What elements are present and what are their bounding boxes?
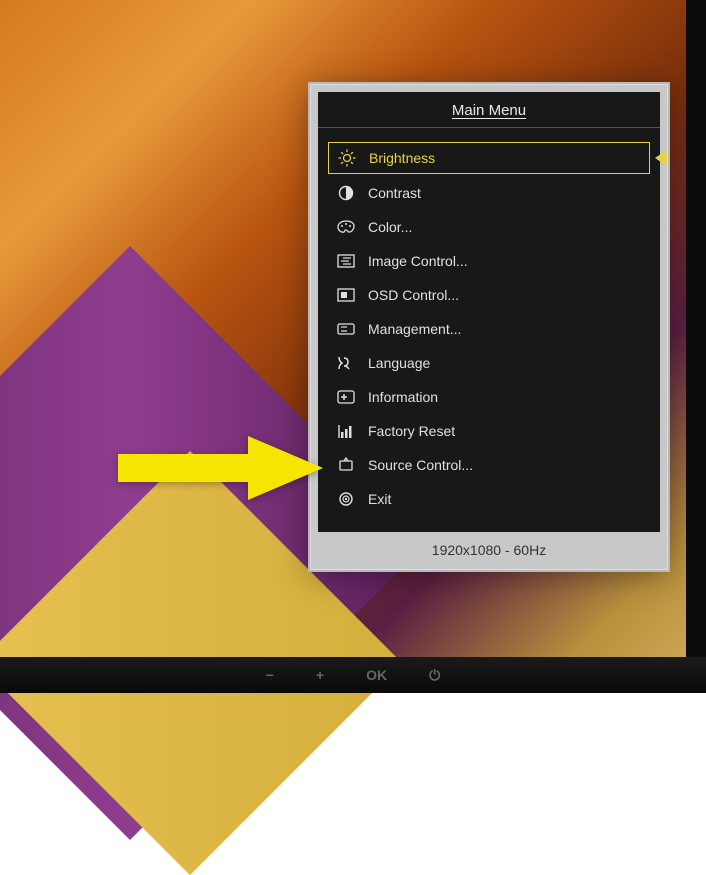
menu-item-label: Image Control... bbox=[368, 253, 468, 269]
monitor-bezel-bottom: − + OK ⏻ bbox=[0, 657, 706, 693]
source-control-icon bbox=[336, 456, 356, 474]
menu-item-label: Contrast bbox=[368, 185, 421, 201]
osd-control-icon bbox=[336, 286, 356, 304]
selection-arrow-icon bbox=[655, 150, 667, 166]
brightness-icon bbox=[337, 149, 357, 167]
menu-item-exit[interactable]: Exit bbox=[328, 484, 650, 514]
menu-item-osd-control[interactable]: OSD Control... bbox=[328, 280, 650, 310]
palette-icon bbox=[336, 218, 356, 236]
menu-item-label: Factory Reset bbox=[368, 423, 455, 439]
menu-item-contrast[interactable]: Contrast bbox=[328, 178, 650, 208]
exit-icon bbox=[336, 490, 356, 508]
language-icon bbox=[336, 354, 356, 372]
management-icon bbox=[336, 320, 356, 338]
menu-item-label: Brightness bbox=[369, 150, 435, 166]
osd-main-menu: Main Menu Brightness Contrast Color... bbox=[308, 82, 670, 572]
osd-menu-list: Brightness Contrast Color... Image Contr… bbox=[318, 128, 660, 532]
menu-item-label: Language bbox=[368, 355, 430, 371]
bezel-button-ok[interactable]: OK bbox=[366, 667, 387, 683]
menu-item-information[interactable]: Information bbox=[328, 382, 650, 412]
menu-item-label: Management... bbox=[368, 321, 461, 337]
monitor-bezel-right bbox=[686, 0, 706, 693]
bezel-button-power[interactable]: ⏻ bbox=[429, 667, 440, 684]
contrast-icon bbox=[336, 184, 356, 202]
menu-item-color[interactable]: Color... bbox=[328, 212, 650, 242]
menu-item-brightness[interactable]: Brightness bbox=[328, 142, 650, 174]
bezel-button-plus[interactable]: + bbox=[316, 667, 324, 683]
menu-item-factory-reset[interactable]: Factory Reset bbox=[328, 416, 650, 446]
osd-resolution-status: 1920x1080 - 60Hz bbox=[310, 532, 668, 570]
bezel-button-minus[interactable]: − bbox=[266, 667, 274, 683]
factory-reset-icon bbox=[336, 422, 356, 440]
menu-item-label: Color... bbox=[368, 219, 412, 235]
information-icon bbox=[336, 388, 356, 406]
menu-item-image-control[interactable]: Image Control... bbox=[328, 246, 650, 276]
menu-item-language[interactable]: Language bbox=[328, 348, 650, 378]
menu-item-label: Source Control... bbox=[368, 457, 473, 473]
menu-item-management[interactable]: Management... bbox=[328, 314, 650, 344]
menu-item-source-control[interactable]: Source Control... bbox=[328, 450, 650, 480]
menu-item-label: Information bbox=[368, 389, 438, 405]
image-control-icon bbox=[336, 252, 356, 270]
menu-item-label: OSD Control... bbox=[368, 287, 459, 303]
osd-title: Main Menu bbox=[318, 92, 660, 128]
menu-item-label: Exit bbox=[368, 491, 391, 507]
